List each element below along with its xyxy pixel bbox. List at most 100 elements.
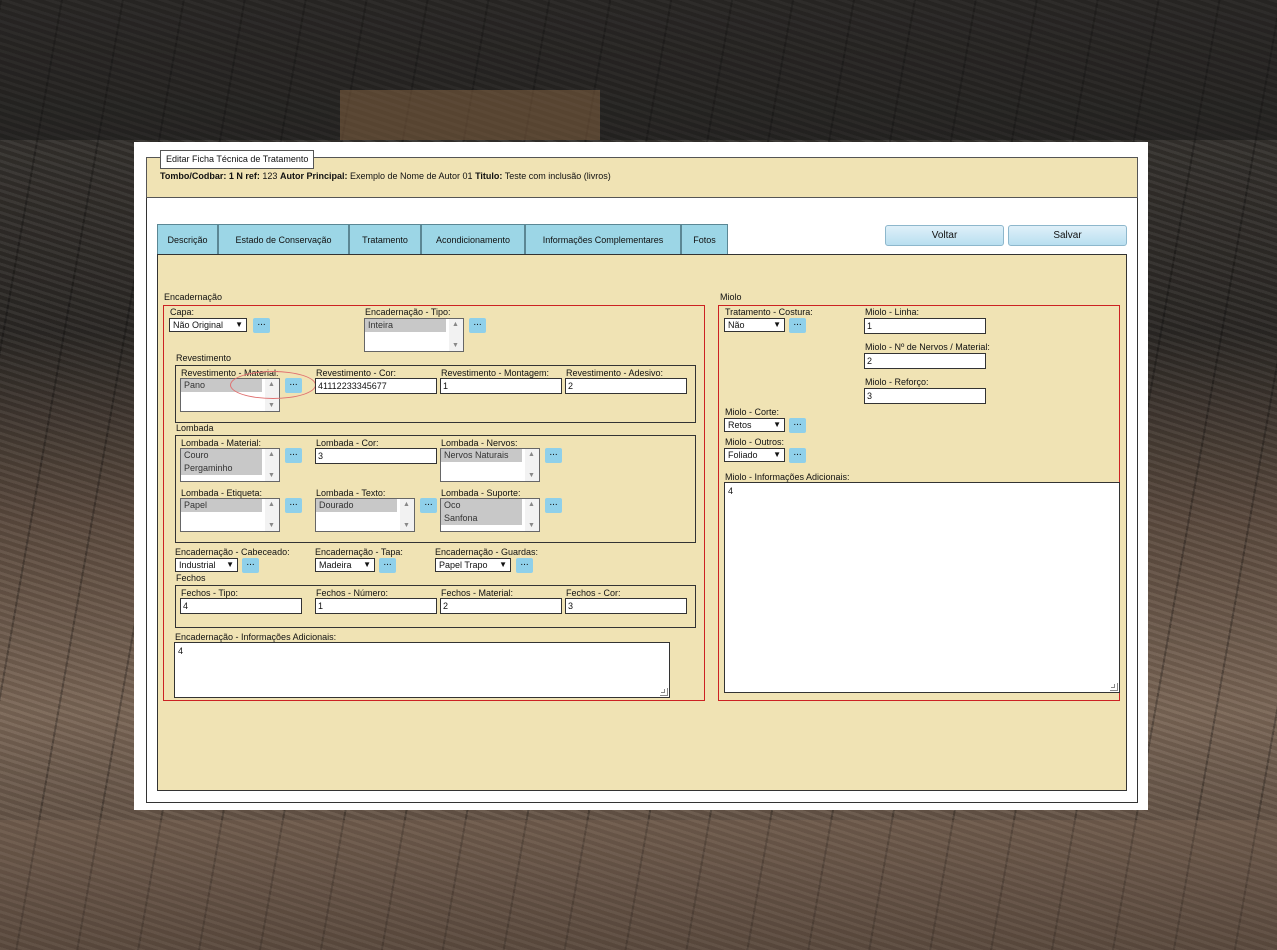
enc-info-label: Encadernação - Informações Adicionais: xyxy=(175,632,337,642)
rev-cor-input[interactable]: 41112233345677 xyxy=(315,378,437,394)
capa-label: Capa: xyxy=(170,307,195,317)
chevron-down-icon: ▼ xyxy=(226,560,234,569)
titulo-value: Teste com inclusão (livros) xyxy=(504,171,611,181)
list-item[interactable]: Nervos Naturais xyxy=(441,449,522,462)
salvar-button[interactable]: Salvar xyxy=(1008,225,1127,246)
reforco-label: Miolo - Reforço: xyxy=(865,377,929,387)
scrollbar[interactable]: ▲ ▼ xyxy=(265,449,279,481)
list-item[interactable]: Dourado xyxy=(316,499,397,512)
list-item[interactable]: Couro xyxy=(181,449,262,462)
background-wood-slot xyxy=(340,90,600,140)
chevron-down-icon: ▼ xyxy=(773,420,781,429)
background-photo-top xyxy=(0,0,1277,140)
fechos-numero-input[interactable]: 1 xyxy=(315,598,437,614)
costura-more-button[interactable]: ... xyxy=(789,318,806,333)
lom-etiqueta-listbox[interactable]: Papel ▲ ▼ xyxy=(180,498,280,532)
lom-texto-label: Lombada - Texto: xyxy=(316,488,386,498)
capa-more-button[interactable]: ... xyxy=(253,318,270,333)
tab-acondicionamento[interactable]: Acondicionamento xyxy=(421,224,525,254)
lom-material-listbox[interactable]: Couro Pergaminho ▲ ▼ xyxy=(180,448,280,482)
tapa-label: Encadernação - Tapa: xyxy=(315,547,403,557)
lom-cor-input[interactable]: 3 xyxy=(315,448,437,464)
chevron-down-icon: ▼ xyxy=(773,450,781,459)
voltar-button[interactable]: Voltar xyxy=(885,225,1004,246)
lom-cor-label: Lombada - Cor: xyxy=(316,438,379,448)
tab-descricao[interactable]: Descrição xyxy=(157,224,218,254)
resize-handle[interactable] xyxy=(660,688,668,696)
tombo-value: 1 xyxy=(228,171,234,181)
lom-suporte-more-button[interactable]: ... xyxy=(545,498,562,513)
guardas-more-button[interactable]: ... xyxy=(516,558,533,573)
tapa-more-button[interactable]: ... xyxy=(379,558,396,573)
autor-value: Exemplo de Nome de Autor 01 xyxy=(349,171,473,181)
lom-texto-listbox[interactable]: Dourado ▲ ▼ xyxy=(315,498,415,532)
miolo-section-title: Miolo xyxy=(720,292,742,302)
list-item[interactable]: Oco xyxy=(441,499,522,512)
reforco-input[interactable]: 3 xyxy=(864,388,986,404)
record-info: Tombo/Codbar: 1 N ref: 123 Autor Princip… xyxy=(160,171,611,181)
list-item[interactable]: Inteira xyxy=(365,319,446,332)
rev-montagem-input[interactable]: 1 xyxy=(440,378,562,394)
fechos-material-input[interactable]: 2 xyxy=(440,598,562,614)
tab-estado-conservacao[interactable]: Estado de Conservação xyxy=(218,224,349,254)
linha-input[interactable]: 1 xyxy=(864,318,986,334)
lom-etiqueta-more-button[interactable]: ... xyxy=(285,498,302,513)
outros-select[interactable]: Foliado ▼ xyxy=(724,448,785,462)
tipo-listbox[interactable]: Inteira ▲ ▼ xyxy=(364,318,464,352)
linha-label: Miolo - Linha: xyxy=(865,307,920,317)
miolo-info-label: Miolo - Informações Adicionais: xyxy=(725,472,850,482)
rev-adesivo-label: Revestimento - Adesivo: xyxy=(566,368,664,378)
scrollbar[interactable]: ▲ ▼ xyxy=(265,499,279,531)
fechos-title: Fechos xyxy=(176,573,206,583)
list-item[interactable]: Pergaminho xyxy=(181,462,262,475)
tab-informacoes-complementares[interactable]: Informações Complementares xyxy=(525,224,681,254)
resize-handle[interactable] xyxy=(1110,683,1118,691)
corte-select[interactable]: Retos ▼ xyxy=(724,418,785,432)
background-photo-bottom xyxy=(0,820,1277,950)
chevron-down-icon: ▼ xyxy=(363,560,371,569)
tapa-select[interactable]: Madeira ▼ xyxy=(315,558,375,572)
miolo-info-textarea[interactable]: 4 xyxy=(724,482,1120,693)
revestimento-title: Revestimento xyxy=(176,353,232,363)
lom-suporte-listbox[interactable]: Oco Sanfona ▲ ▼ xyxy=(440,498,540,532)
guardas-select[interactable]: Papel Trapo ▼ xyxy=(435,558,511,572)
scrollbar[interactable]: ▲ ▼ xyxy=(400,499,414,531)
encadernacao-section-title: Encadernação xyxy=(164,292,223,302)
nref-value: 123 xyxy=(262,171,278,181)
rev-adesivo-input[interactable]: 2 xyxy=(565,378,687,394)
cabeceado-more-button[interactable]: ... xyxy=(242,558,259,573)
cabeceado-label: Encadernação - Cabeceado: xyxy=(175,547,290,557)
lom-suporte-label: Lombada - Suporte: xyxy=(441,488,521,498)
fechos-tipo-input[interactable]: 4 xyxy=(180,598,302,614)
fechos-numero-label: Fechos - Número: xyxy=(316,588,389,598)
list-item[interactable]: Papel xyxy=(181,499,262,512)
lom-nervos-more-button[interactable]: ... xyxy=(545,448,562,463)
outros-more-button[interactable]: ... xyxy=(789,448,806,463)
nervos-input[interactable]: 2 xyxy=(864,353,986,369)
tipo-more-button[interactable]: ... xyxy=(469,318,486,333)
corte-more-button[interactable]: ... xyxy=(789,418,806,433)
tab-tratamento[interactable]: Tratamento xyxy=(349,224,421,254)
chevron-down-icon: ▼ xyxy=(773,320,781,329)
lom-etiqueta-label: Lombada - Etiqueta: xyxy=(181,488,263,498)
list-item[interactable]: Sanfona xyxy=(441,512,522,525)
fechos-material-label: Fechos - Material: xyxy=(441,588,514,598)
lom-texto-more-button[interactable]: ... xyxy=(420,498,437,513)
scrollbar[interactable]: ▲ ▼ xyxy=(449,319,463,351)
enc-info-textarea[interactable]: 4 xyxy=(174,642,670,698)
fechos-tipo-label: Fechos - Tipo: xyxy=(181,588,239,598)
fechos-cor-input[interactable]: 3 xyxy=(565,598,687,614)
corte-label: Miolo - Corte: xyxy=(725,407,780,417)
lom-material-more-button[interactable]: ... xyxy=(285,448,302,463)
lom-nervos-listbox[interactable]: Nervos Naturais ▲ ▼ xyxy=(440,448,540,482)
chevron-down-icon: ▼ xyxy=(499,560,507,569)
tab-fotos[interactable]: Fotos xyxy=(681,224,728,254)
scrollbar[interactable]: ▲ ▼ xyxy=(525,449,539,481)
cabeceado-select[interactable]: Industrial ▼ xyxy=(175,558,238,572)
scrollbar[interactable]: ▲ ▼ xyxy=(525,499,539,531)
costura-select[interactable]: Não ▼ xyxy=(724,318,785,332)
lombada-title: Lombada xyxy=(176,423,214,433)
guardas-label: Encadernação - Guardas: xyxy=(435,547,539,557)
rev-montagem-label: Revestimento - Montagem: xyxy=(441,368,550,378)
capa-select[interactable]: Não Original ▼ xyxy=(169,318,247,332)
